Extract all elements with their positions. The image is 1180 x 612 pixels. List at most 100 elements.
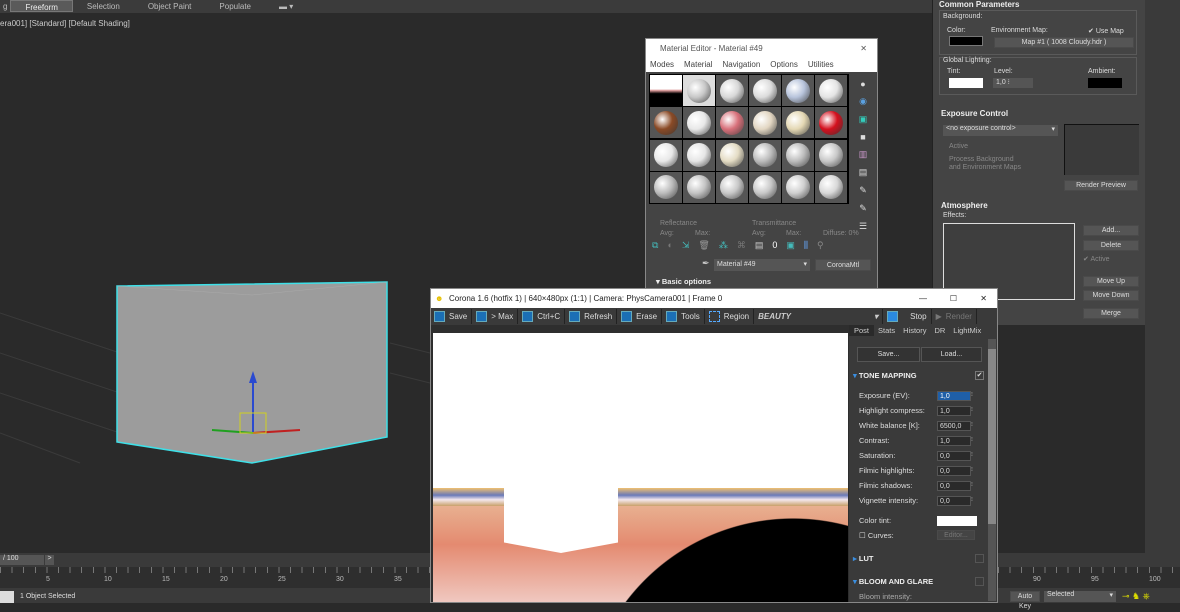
material-slot[interactable] <box>749 107 781 139</box>
material-slot[interactable] <box>716 107 748 139</box>
maxscript-listener[interactable] <box>0 591 14 603</box>
add-effect-button[interactable]: Add... <box>1083 225 1139 236</box>
video-color-icon[interactable]: ▥ <box>859 149 868 160</box>
refresh-button[interactable]: Refresh <box>569 309 618 324</box>
key-tools-icons[interactable]: ⊸ ♞ ⎈ <box>1122 591 1150 602</box>
atmosphere-title[interactable]: Atmosphere <box>941 201 988 210</box>
close-icon[interactable]: ✕ <box>980 289 987 308</box>
material-navigator-icon[interactable]: ☰ <box>859 221 867 232</box>
sample-type-icon[interactable]: ● <box>860 79 865 89</box>
assign-icon[interactable]: ⇲ <box>682 240 690 252</box>
post-scrollbar[interactable] <box>988 339 996 601</box>
material-name-select[interactable]: Material #49 ▾ <box>714 259 810 271</box>
tone-mapping-checkbox[interactable]: ✔ <box>975 371 984 380</box>
lut-checkbox[interactable] <box>975 554 984 563</box>
auto-key-button[interactable]: Auto Key <box>1010 591 1040 610</box>
material-slot[interactable] <box>749 75 781 106</box>
menu-material[interactable]: Material <box>684 58 712 72</box>
time-slider[interactable]: / 100 <box>0 555 44 565</box>
material-slot[interactable] <box>815 75 847 106</box>
tab-selection[interactable]: Selection <box>73 0 134 12</box>
track-bar[interactable] <box>0 567 430 588</box>
tint-swatch[interactable] <box>949 78 983 88</box>
material-slot[interactable] <box>815 171 847 203</box>
exposure-control-title[interactable]: Exposure Control <box>941 109 1008 118</box>
active-checkbox[interactable]: Active <box>949 143 968 150</box>
material-slot[interactable] <box>683 171 715 203</box>
material-slot[interactable] <box>815 139 847 171</box>
uv-tiling-icon[interactable]: ■ <box>860 132 865 142</box>
effects-channel-icon[interactable]: 0 <box>772 240 777 252</box>
save-button[interactable]: Save <box>434 309 473 324</box>
tab-prefix[interactable]: g <box>0 0 10 12</box>
to-max-button[interactable]: > Max <box>476 309 519 324</box>
backlight-icon[interactable]: ◉ <box>859 96 867 107</box>
level-spinner[interactable]: 1,0 ⁝ <box>993 78 1033 88</box>
material-slot[interactable] <box>782 139 814 171</box>
basic-options-rollout[interactable]: ▾ Basic options <box>656 277 711 286</box>
make-preview-icon[interactable]: ▤ <box>859 167 868 178</box>
material-slot[interactable] <box>716 75 748 106</box>
tab-object-paint[interactable]: Object Paint <box>134 0 206 12</box>
material-slot[interactable] <box>782 171 814 203</box>
show-map-icon[interactable]: ▣ <box>786 240 795 252</box>
post-load-button[interactable]: Load... <box>921 347 982 362</box>
param-input[interactable]: 6500,0 <box>937 421 971 431</box>
minimize-icon[interactable]: — <box>919 289 927 308</box>
material-type-button[interactable]: CoronaMtl <box>815 259 871 271</box>
param-spinner[interactable]: ⁝ <box>971 481 973 488</box>
copy-button[interactable]: Ctrl+C <box>522 309 566 324</box>
environment-map-button[interactable]: Map #1 ( 1008 Cloudy.hdr ) <box>994 37 1134 48</box>
material-slot[interactable] <box>683 75 715 106</box>
merge-button[interactable]: Merge <box>1083 308 1139 319</box>
move-up-button[interactable]: Move Up <box>1083 276 1139 287</box>
material-slot[interactable] <box>683 139 715 171</box>
ambient-swatch[interactable] <box>1088 78 1122 88</box>
key-filter-select[interactable]: Selected ▾ <box>1044 591 1116 602</box>
param-input[interactable]: 0,0 <box>937 481 971 491</box>
bloom-rollout[interactable]: ▾ BLOOM AND GLARE <box>853 577 933 586</box>
param-spinner[interactable]: ⁝ <box>971 406 973 413</box>
material-slot[interactable] <box>683 107 715 139</box>
background-color-swatch[interactable] <box>949 36 983 46</box>
material-slot[interactable] <box>782 107 814 139</box>
param-spinner[interactable]: ⁝ <box>971 496 973 503</box>
select-by-material-icon[interactable]: ✎ <box>859 203 867 214</box>
material-slot[interactable] <box>650 75 682 106</box>
material-slot[interactable] <box>782 75 814 106</box>
post-save-button[interactable]: Save... <box>857 347 920 362</box>
viewport-label[interactable]: era001] [Standard] [Default Shading] <box>0 19 130 28</box>
menu-utilities[interactable]: Utilities <box>808 58 834 72</box>
tab-stats[interactable]: Stats <box>874 325 899 336</box>
ribbon-options-icon[interactable]: ▬ ▾ <box>265 0 307 12</box>
selected-box[interactable] <box>116 281 388 464</box>
put-to-scene-icon[interactable]: ◐ <box>667 240 672 252</box>
param-spinner[interactable]: ⁝ <box>971 421 973 428</box>
next-frame-button[interactable]: > <box>45 555 54 565</box>
param-input[interactable]: 0,0 <box>937 496 971 506</box>
tab-history[interactable]: History <box>899 325 930 336</box>
process-bg-checkbox[interactable]: Process Background <box>949 156 1014 163</box>
param-spinner[interactable]: ⁝ <box>971 466 973 473</box>
param-spinner[interactable]: ⁝ <box>971 436 973 443</box>
common-parameters-title[interactable]: Common Parameters <box>939 0 1019 9</box>
menu-options[interactable]: Options <box>770 58 798 72</box>
material-slot[interactable] <box>815 107 847 139</box>
erase-button[interactable]: Erase <box>621 309 663 324</box>
reset-icon[interactable]: 🗑 <box>698 240 709 252</box>
get-material-icon[interactable]: ⧉ <box>652 240 658 252</box>
menu-modes[interactable]: Modes <box>650 58 674 72</box>
render-preview-button[interactable]: Render Preview <box>1064 180 1138 191</box>
close-icon[interactable]: ✕ <box>860 39 867 58</box>
material-slot[interactable] <box>650 171 682 203</box>
material-slot[interactable] <box>749 171 781 203</box>
use-map-checkbox[interactable]: ✔ Use Map <box>1088 27 1124 35</box>
param-input[interactable]: 1,0 <box>937 406 971 416</box>
options-icon[interactable]: ✎ <box>859 185 867 196</box>
delete-effect-button[interactable]: Delete <box>1083 240 1139 251</box>
tab-post[interactable]: Post <box>849 325 875 336</box>
eyedropper-icon[interactable]: ✒ <box>702 258 710 269</box>
render-button[interactable]: ▶ Render <box>936 309 977 324</box>
material-slot[interactable] <box>650 139 682 171</box>
tab-dr[interactable]: DR <box>930 325 949 336</box>
